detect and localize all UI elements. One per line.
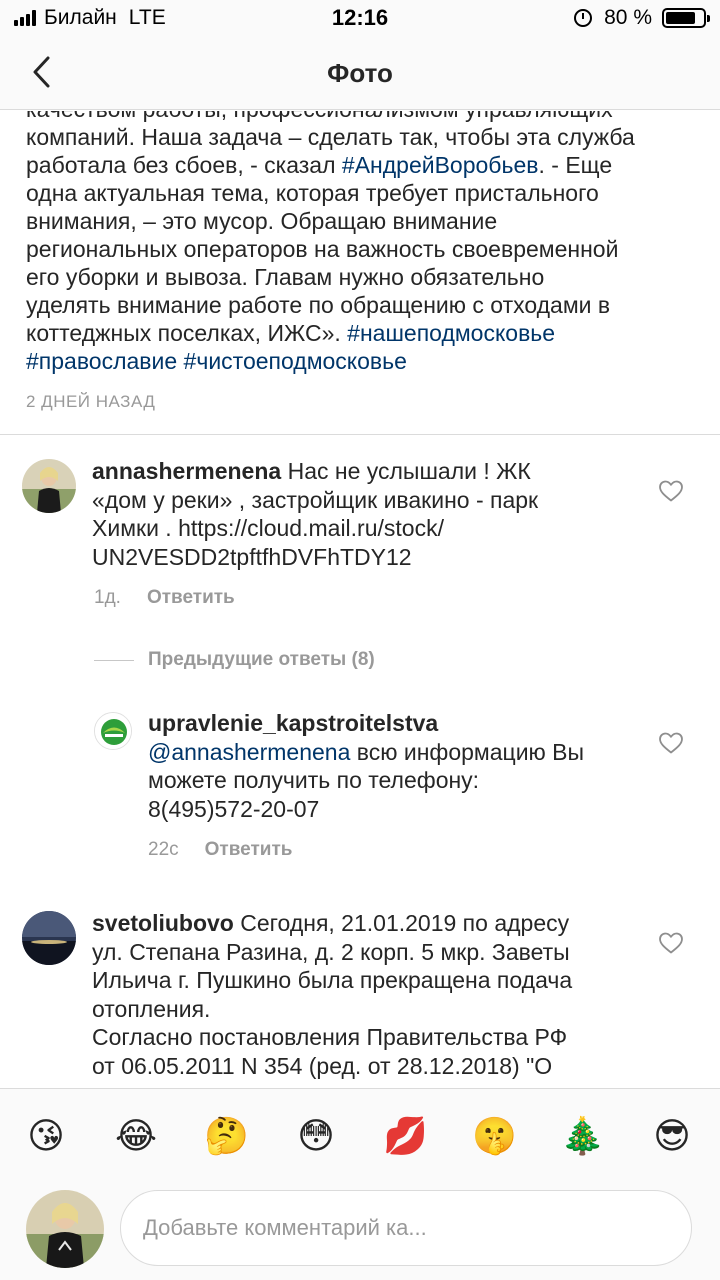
caption-line: одна актуальная тема, которая требует пр… (26, 180, 599, 206)
comment-body: всю информацию Вы (350, 738, 585, 765)
like-button[interactable] (658, 931, 684, 955)
emoji-sunglasses-button[interactable]: 😎 (650, 1115, 694, 1159)
comment-line: Химки . https://cloud.mail.ru/stock/ (92, 515, 444, 541)
emoji-flushed-button[interactable]: 😳 (294, 1115, 338, 1159)
hashtag-link[interactable]: #чистоеподмосковье (184, 348, 407, 374)
comment-line: можете получить по телефону: (148, 767, 480, 793)
comment-input-bar (0, 1184, 720, 1280)
comment-body: Сегодня, 21.01.2019 по адресу (233, 910, 570, 936)
divider (0, 434, 720, 435)
caption-line: качеством работы, профессионализмом упра… (26, 111, 706, 123)
hashtag-link[interactable]: #АндрейВоробьев (342, 152, 539, 178)
hashtag-link[interactable]: #православие (26, 348, 177, 374)
comment-line: svetoliubovo Сегодня, 21.01.2019 по адре… (92, 909, 572, 938)
divider (94, 659, 134, 661)
comment-line: ул. Степана Разина, д. 2 корп. 5 мкр. За… (92, 938, 570, 965)
avatar-photo (22, 911, 76, 965)
avatar-logo (95, 713, 131, 749)
comment-line: 8(495)572-20-07 (148, 795, 320, 822)
heart-icon (659, 932, 683, 954)
caption-line: #православие #чистоеподмосковье (26, 347, 706, 375)
comment-meta: 1д. Ответить (94, 587, 235, 609)
post-time-ago: 2 ДНЕЙ НАЗАД (26, 392, 156, 411)
comment-username[interactable]: svetoliubovo (92, 910, 234, 936)
caption-line: компаний. Наша задача – сделать так, что… (26, 124, 635, 150)
caption-line: коттеджных поселках, ИЖС». #нашеподмоско… (26, 319, 706, 347)
comment-meta: 22с Ответить (148, 839, 292, 861)
comment-time: 1д. (94, 587, 121, 608)
battery-fill (666, 12, 695, 24)
caption-line: внимания, – это мусор. Обращаю внимание (26, 208, 498, 234)
avatar-photo (26, 1190, 104, 1268)
caption-line: уделять внимание работе по обращению с о… (26, 292, 611, 318)
comment-line: @annashermenena всю информацию Вы (148, 738, 584, 767)
comment-line: Согласно постановления Правительства РФ (92, 1024, 568, 1050)
reply-button[interactable]: Ответить (147, 587, 235, 608)
emoji-tree-button[interactable]: 🎄 (560, 1115, 605, 1159)
comment-line: annashermenena Нас не услышали ! ЖК (92, 457, 538, 486)
my-avatar (26, 1190, 104, 1268)
like-button[interactable] (658, 731, 684, 755)
status-right: 80 % (574, 6, 710, 30)
previous-replies-label: Предыдущие ответы (8) (148, 649, 375, 670)
comment-text: annashermenena Нас не услышали ! ЖК «дом… (92, 457, 538, 571)
avatar[interactable] (22, 911, 76, 965)
caption-line: его уборки и вывоза. Главам нужно обязат… (26, 264, 545, 290)
comment-body: Нас не услышали ! ЖК (281, 458, 531, 484)
battery-icon (662, 8, 710, 28)
caption-text: работала без сбоев, - сказал (26, 152, 342, 178)
comment-line: отопления. (92, 995, 211, 1022)
caption-line: работала без сбоев, - сказал #АндрейВоро… (26, 151, 706, 179)
hashtag-link[interactable]: #нашеподмосковье (347, 320, 555, 346)
avatar[interactable] (94, 712, 132, 750)
alarm-icon (574, 9, 593, 27)
comment-username[interactable]: upravlenie_kapstroitelstva (148, 709, 584, 738)
emoji-thinking-button[interactable]: 🤔 (204, 1115, 249, 1159)
comment-input[interactable] (143, 1191, 673, 1265)
status-bar: Билайн LTE 12:16 80 % (0, 0, 720, 40)
caption-text: . - Еще (538, 152, 613, 178)
emoji-bar: 😘 😂 🤔 😳 💋 🤫 🎄 😎 (0, 1088, 720, 1184)
comment-username[interactable]: annashermenena (92, 458, 281, 484)
comment-line: от 06.05.2011 N 354 (ред. от 28.12.2018)… (92, 1052, 553, 1079)
battery-percent: 80 % (604, 6, 652, 29)
comment-text: svetoliubovo Сегодня, 21.01.2019 по адре… (92, 909, 572, 1080)
emoji-lips-button[interactable]: 💋 (383, 1115, 428, 1159)
like-button[interactable] (658, 479, 684, 503)
heart-icon (659, 732, 683, 754)
post-caption: качеством работы, профессионализмом упра… (26, 111, 706, 375)
avatar[interactable] (22, 459, 76, 513)
comment-input-box[interactable] (120, 1190, 692, 1266)
comment-time: 22с (148, 839, 179, 860)
reply-button[interactable]: Ответить (205, 839, 293, 860)
caption-line: региональных операторов на важность свое… (26, 236, 619, 262)
avatar-photo (22, 459, 76, 513)
emoji-kiss-button[interactable]: 😘 (24, 1115, 68, 1159)
emoji-laugh-button[interactable]: 😂 (114, 1115, 158, 1159)
comment-line: UN2VESDD2tpftfhDVFhTDY12 (92, 543, 412, 570)
page-title: Фото (327, 58, 393, 88)
comments-scroll[interactable]: качеством работы, профессионализмом упра… (0, 111, 720, 1088)
caption-text: коттеджных поселках, ИЖС». (26, 320, 348, 346)
comment-line: Ильича г. Пушкино была прекращена подача (92, 967, 573, 993)
emoji-shush-button[interactable]: 🤫 (472, 1115, 517, 1159)
view-previous-replies[interactable]: Предыдущие ответы (8) (94, 649, 375, 671)
comment-line: «дом у реки» , застройщик ивакино - парк (92, 486, 539, 513)
comment-text: upravlenie_kapstroitelstva @annashermene… (148, 709, 584, 823)
heart-icon (659, 480, 683, 502)
nav-header: Фото (0, 40, 720, 110)
mention-link[interactable]: @annashermenena (148, 739, 350, 765)
